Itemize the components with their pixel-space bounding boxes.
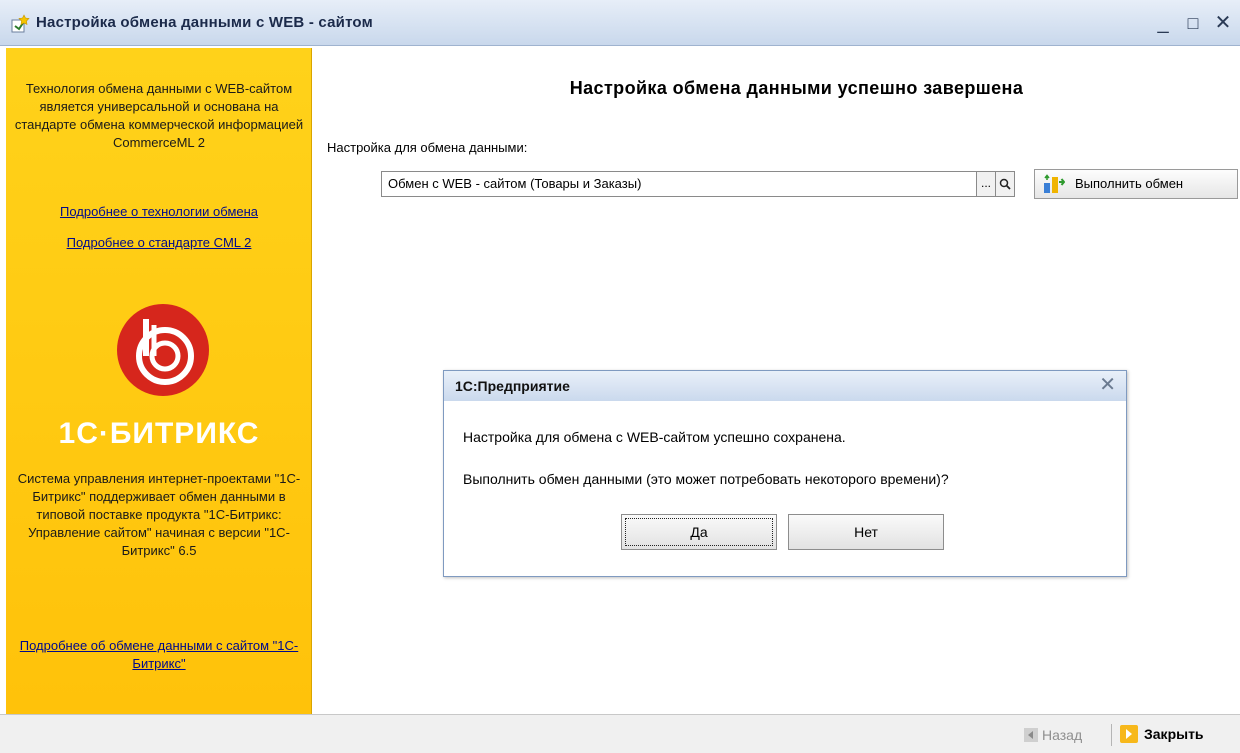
magnifier-icon <box>999 178 1011 190</box>
execute-exchange-button[interactable]: Выполнить обмен <box>1034 169 1238 199</box>
window-titlebar: Настройка обмена данными с WEB - сайтом … <box>0 0 1240 46</box>
close-button-label: Закрыть <box>1144 726 1204 742</box>
link-cml-standard[interactable]: Подробнее о стандарте CML 2 <box>67 235 252 250</box>
bitrix-logo-icon <box>117 304 209 396</box>
exchange-setting-field[interactable]: Обмен с WEB - сайтом (Товары и Заказы) <box>381 171 977 197</box>
minimize-button[interactable]: _ <box>1152 12 1174 34</box>
open-search-button[interactable] <box>995 171 1015 197</box>
link-technology[interactable]: Подробнее о технологии обмена <box>60 204 258 219</box>
close-button[interactable]: Закрыть <box>1120 724 1204 744</box>
arrow-left-icon <box>1024 728 1038 742</box>
sidebar-intro-text: Технология обмена данными с WEB-сайтом я… <box>14 81 304 150</box>
select-ellipsis-button[interactable]: ... <box>976 171 996 197</box>
dialog-title: 1С:Предприятие <box>455 378 570 394</box>
yes-button[interactable]: Да <box>621 514 777 550</box>
dialog-message-question: Выполнить обмен данными (это может потре… <box>463 471 949 487</box>
no-button[interactable]: Нет <box>788 514 944 550</box>
back-button[interactable]: Назад <box>1024 725 1082 745</box>
execute-exchange-label: Выполнить обмен <box>1075 176 1184 191</box>
focus-ring <box>625 518 773 546</box>
bitrix-brand-text: 1С·БИТРИКС <box>58 417 260 450</box>
dialog-message-saved: Настройка для обмена с WEB-сайтом успешн… <box>463 429 846 445</box>
wizard-icon <box>11 14 30 33</box>
window-title: Настройка обмена данными с WEB - сайтом <box>36 14 373 31</box>
link-bitrix-exchange[interactable]: Подробнее об обмене данными с сайтом "1С… <box>20 638 298 671</box>
confirm-dialog: 1С:Предприятие ✕ Настройка для обмена с … <box>443 370 1127 577</box>
sidebar-description-text: Система управления интернет-проектами "1… <box>17 471 301 558</box>
exchange-setting-label: Настройка для обмена данными: <box>327 140 528 155</box>
footer-separator <box>1111 724 1112 746</box>
footer-bar: Назад Закрыть <box>0 714 1240 753</box>
dialog-close-icon[interactable]: ✕ <box>1099 374 1116 396</box>
dialog-header: 1С:Предприятие ✕ <box>444 371 1126 401</box>
maximize-button[interactable]: □ <box>1182 12 1204 34</box>
back-button-label: Назад <box>1042 727 1083 743</box>
close-window-button[interactable]: ✕ <box>1212 12 1234 34</box>
sidebar-info-panel: Технология обмена данными с WEB-сайтом я… <box>6 48 312 714</box>
page-heading: Настройка обмена данными успешно заверше… <box>569 78 1024 98</box>
exchange-icon <box>1044 174 1065 193</box>
arrow-right-icon <box>1120 725 1138 743</box>
